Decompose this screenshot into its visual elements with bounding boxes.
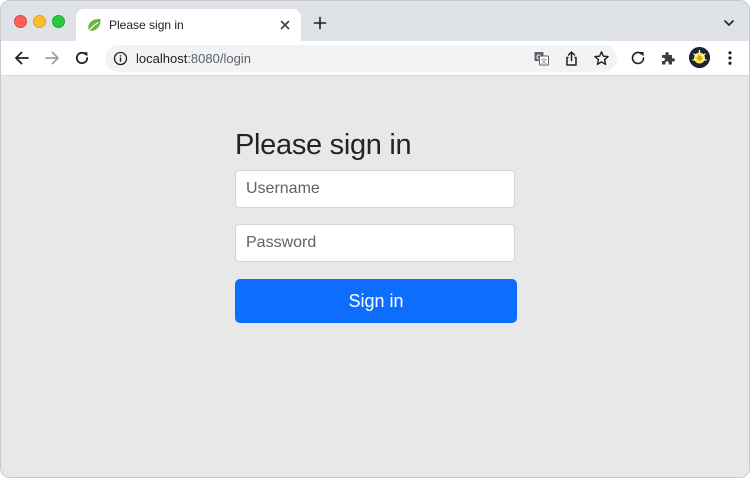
- extensions-puzzle-icon[interactable]: [659, 49, 677, 67]
- signin-heading: Please sign in: [235, 129, 412, 161]
- spring-leaf-icon: [88, 19, 101, 31]
- sign-in-button[interactable]: Sign in: [235, 279, 517, 323]
- new-tab-icon[interactable]: [312, 15, 328, 31]
- tab-title: Please sign in: [109, 18, 184, 32]
- extension-refresh-icon[interactable]: [629, 49, 647, 67]
- close-window-button[interactable]: [14, 15, 27, 28]
- url-host: localhost: [136, 51, 188, 66]
- browser-toolbar: localhost:8080/login G 文: [1, 41, 749, 76]
- tab-strip: Please sign in: [1, 1, 749, 41]
- reload-icon[interactable]: [73, 49, 91, 67]
- site-info-icon[interactable]: [113, 51, 128, 66]
- browser-window: Please sign in localhost:8080/login 文 Pl…: [0, 0, 750, 478]
- back-arrow-icon[interactable]: [13, 49, 31, 67]
- minimize-window-button[interactable]: [33, 15, 46, 28]
- username-input[interactable]: [235, 170, 515, 208]
- address-bar[interactable]: localhost:8080/login G 文: [105, 45, 617, 72]
- svg-text:文: 文: [541, 57, 547, 65]
- active-tab[interactable]: Please sign in: [76, 9, 301, 41]
- url-path: :8080/login: [187, 51, 251, 66]
- password-input[interactable]: [235, 224, 515, 262]
- url-text[interactable]: localhost:8080/login: [136, 51, 251, 66]
- chevron-down-icon[interactable]: [723, 17, 735, 29]
- profile-image: [689, 47, 710, 68]
- page-content: Please sign in Sign in: [1, 76, 749, 477]
- translate-icon[interactable]: G 文: [533, 50, 550, 67]
- more-menu-icon[interactable]: [721, 49, 739, 67]
- close-tab-icon[interactable]: [277, 17, 293, 33]
- profile-avatar[interactable]: [689, 47, 710, 68]
- share-icon[interactable]: [563, 50, 580, 67]
- forward-arrow-icon[interactable]: [43, 49, 61, 67]
- maximize-window-button[interactable]: [52, 15, 65, 28]
- bookmark-star-icon[interactable]: [593, 50, 610, 67]
